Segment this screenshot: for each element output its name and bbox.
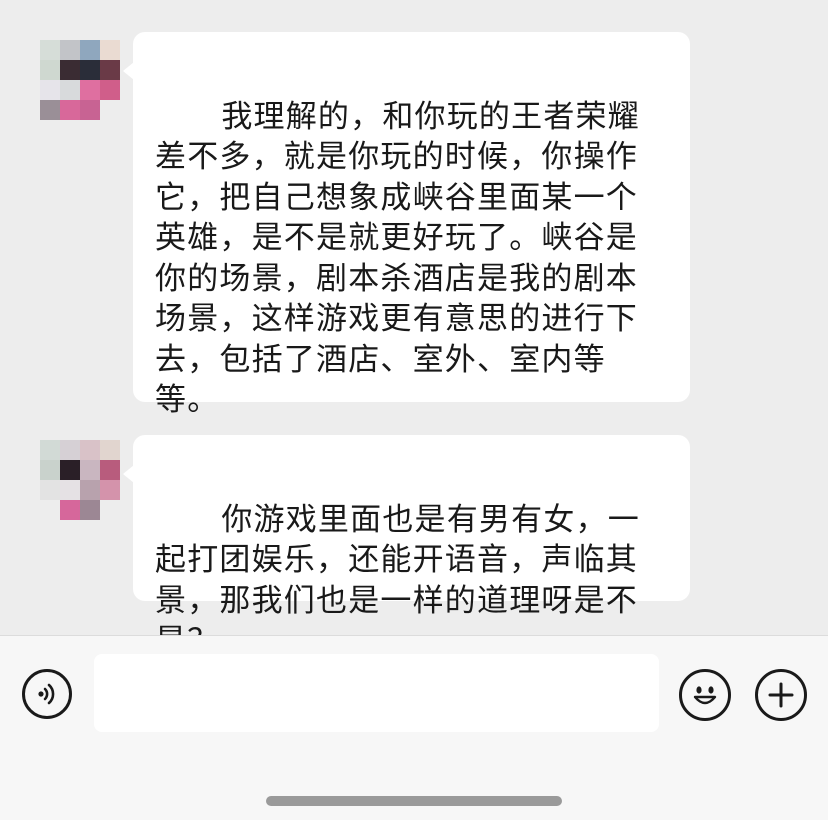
voice-icon [38, 683, 55, 705]
contact-avatar[interactable] [40, 40, 120, 120]
contact-avatar[interactable] [40, 440, 120, 520]
voice-button[interactable] [22, 669, 72, 719]
emoji-icon [693, 686, 717, 705]
emoji-button[interactable] [679, 669, 731, 721]
message-bubble[interactable]: 你游戏里面也是有男有女，一起打团娱乐，还能开语音，声临其景，那我们也是一样的道理… [123, 435, 690, 659]
more-button[interactable] [755, 669, 807, 721]
home-indicator [266, 796, 562, 806]
message-row: 你游戏里面也是有男有女，一起打团娱乐，还能开语音，声临其景，那我们也是一样的道理… [0, 435, 828, 659]
message-bubble[interactable]: 我理解的，和你玩的王者荣耀差不多，就是你玩的时候，你操作它，把自己想象成峡谷里面… [123, 32, 690, 418]
plus-icon [768, 682, 794, 708]
message-row: 我理解的，和你玩的王者荣耀差不多，就是你玩的时候，你操作它，把自己想象成峡谷里面… [0, 30, 828, 418]
chat-area: 我理解的，和你玩的王者荣耀差不多，就是你玩的时候，你操作它，把自己想象成峡谷里面… [0, 0, 828, 659]
message-text: 我理解的，和你玩的王者荣耀差不多，就是你玩的时候，你操作它，把自己想象成峡谷里面… [155, 98, 640, 419]
message-input[interactable] [94, 654, 659, 732]
input-bar [0, 635, 828, 820]
